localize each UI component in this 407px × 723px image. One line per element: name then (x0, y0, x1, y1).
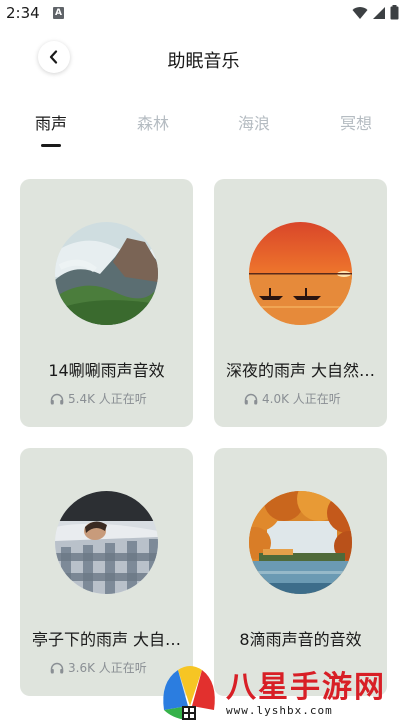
status-time: 2:34 (6, 4, 40, 22)
listener-count: 4.0K 人正在听 (262, 392, 341, 406)
wifi-icon (352, 6, 368, 19)
card-thumbnail (55, 222, 158, 325)
notification-icon: A (53, 7, 64, 19)
brand-logo-icon (163, 666, 215, 720)
tab-rain[interactable]: 雨声 (21, 110, 81, 134)
watermark-logo: 八星手游网 www.lyshbx.com (158, 660, 407, 723)
status-bar: 2:34 A (0, 0, 407, 28)
tab-meditation[interactable]: 冥想 (326, 110, 386, 134)
music-card[interactable]: 14唰唰雨声音效 5.4K 人正在听 (20, 179, 193, 427)
battery-icon (390, 5, 399, 20)
watermark-brand: 八星手游网 (226, 670, 386, 705)
listener-count: 5.4K 人正在听 (68, 392, 147, 406)
header: 助眠音乐 (0, 38, 407, 82)
card-thumbnail (249, 491, 352, 594)
card-title: 14唰唰雨声音效 (48, 361, 165, 380)
music-card[interactable]: 深夜的雨声 大自然… 4.0K 人正在听 (214, 179, 387, 427)
listener-count: 3.6K 人正在听 (68, 661, 147, 675)
music-card[interactable]: 亭子下的雨声 大自… 3.6K 人正在听 (20, 448, 193, 696)
category-tabs: 雨声 森林 海浪 冥想 (0, 110, 407, 150)
page-title: 助眠音乐 (167, 51, 240, 72)
card-listeners: 3.6K 人正在听 (50, 659, 147, 676)
card-title: 亭子下的雨声 大自… (31, 630, 182, 649)
card-listeners: 4.0K 人正在听 (244, 390, 341, 407)
card-thumbnail (55, 491, 158, 594)
cell-signal-icon (373, 6, 385, 19)
headphones-icon (244, 393, 258, 404)
tab-waves[interactable]: 海浪 (224, 110, 284, 134)
tab-indicator (41, 144, 61, 147)
headphones-icon (50, 393, 64, 404)
music-card[interactable]: 8滴雨声音的音效 (214, 448, 387, 696)
headphones-icon (50, 662, 64, 673)
status-icons (352, 5, 399, 20)
card-title: 8滴雨声音的音效 (239, 630, 362, 649)
tab-forest[interactable]: 森林 (123, 110, 183, 134)
card-thumbnail (249, 222, 352, 325)
card-listeners: 5.4K 人正在听 (50, 390, 147, 407)
card-title: 深夜的雨声 大自然… (225, 361, 376, 380)
watermark-url: www.lyshbx.com (226, 704, 333, 717)
